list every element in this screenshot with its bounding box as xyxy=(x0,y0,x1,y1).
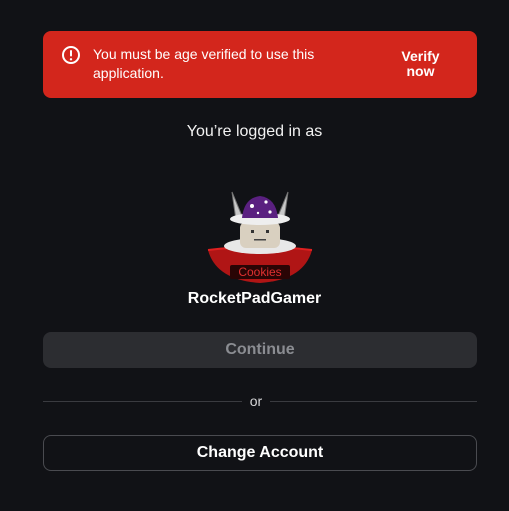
change-account-button[interactable]: Change Account xyxy=(43,435,477,471)
divider-left xyxy=(43,401,242,402)
alert-circle-icon xyxy=(62,46,80,64)
alert-message: You must be age verified to use this app… xyxy=(93,46,315,81)
divider-right xyxy=(270,401,477,402)
user-avatar: Cookies xyxy=(207,191,313,283)
avatar-badge-text: Cookies xyxy=(238,265,281,279)
username: RocketPadGamer xyxy=(187,290,322,307)
login-page: You must be age verified to use this app… xyxy=(0,0,509,511)
continue-button[interactable]: Continue xyxy=(43,332,477,368)
age-verification-alert: You must be age verified to use this app… xyxy=(43,31,477,98)
or-separator: or xyxy=(249,393,263,409)
verify-now-label-line1: Verify xyxy=(401,48,440,64)
verify-now-button[interactable]: Verify now xyxy=(383,49,458,79)
logged-in-label: You’re logged in as xyxy=(186,123,323,140)
verify-now-label-line2: now xyxy=(406,63,435,79)
